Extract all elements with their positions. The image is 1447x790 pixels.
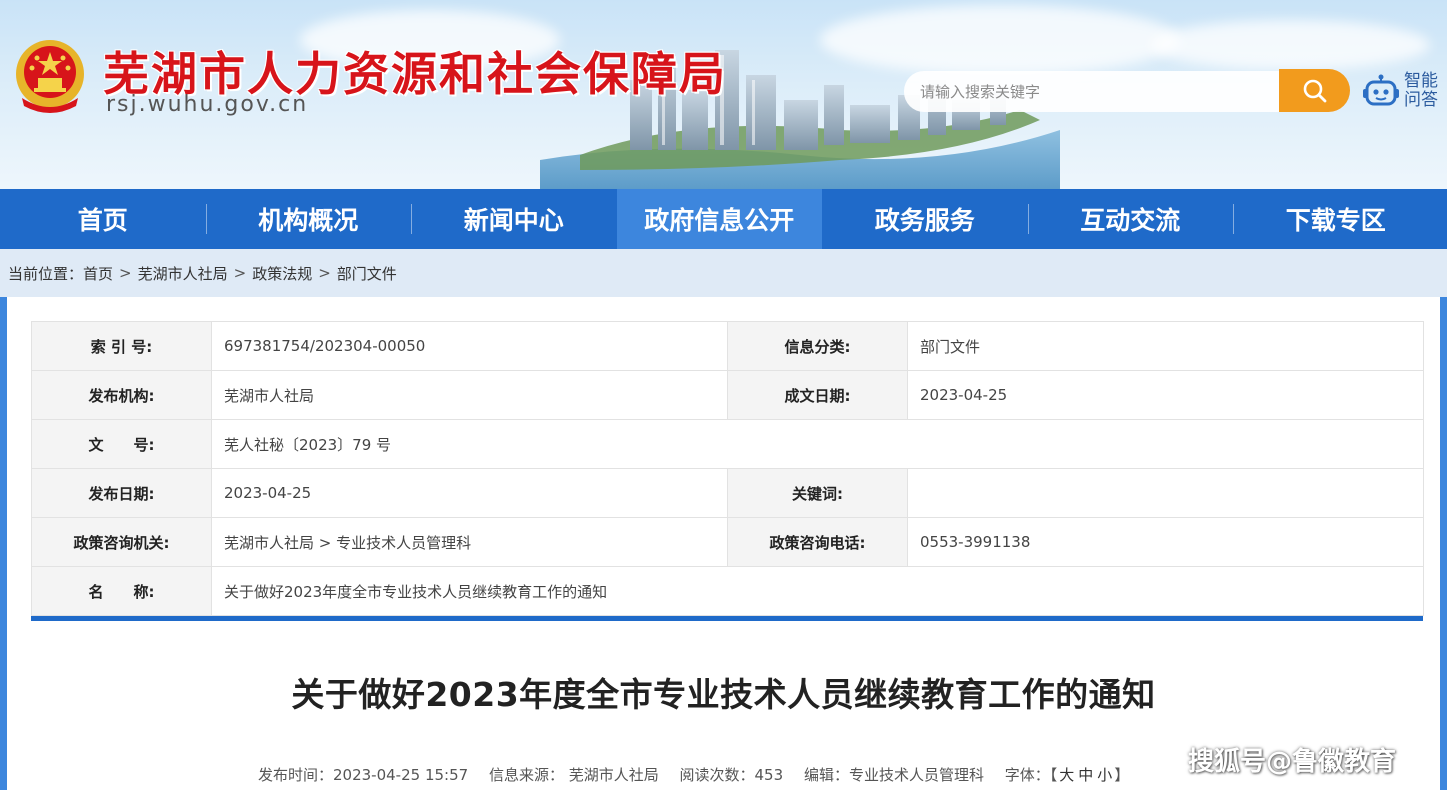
table-row: 政策咨询机关: 芜湖市人社局 > 专业技术人员管理科 政策咨询电话: 0553-… [31,517,1424,567]
breadcrumb: 当前位置： 首页 > 芜湖市人社局 > 政策法规 > 部门文件 [0,249,1447,297]
font-size-label: 字体： [1004,766,1050,784]
font-size-medium-button[interactable]: 中 [1078,766,1093,784]
pub-date-value: 2023-04-25 [211,468,728,518]
table-row: 文 号: 芜人社秘〔2023〕79 号 [31,419,1424,469]
index-label: 索 引 号: [31,321,212,371]
meta-views: 阅读次数：453 [679,766,784,784]
nav-item-organization[interactable]: 机构概况 [205,189,412,249]
name-value: 关于做好2023年度全市专业技术人员继续教育工作的通知 [211,566,1424,616]
watermark: 搜狐号@鲁徽教育 [1188,747,1397,777]
robot-icon[interactable] [1362,74,1400,108]
article-title: 关于做好2023年度全市专业技术人员继续教育工作的通知 [291,675,1156,714]
nav-item-downloads[interactable]: 下载专区 [1233,189,1439,249]
table-row: 发布日期: 2023-04-25 关键词: [31,468,1424,518]
breadcrumb-separator: > [119,264,132,282]
table-row: 索 引 号: 697381754/202304-00050 信息分类: 部门文件 [31,321,1424,371]
nav-item-interaction[interactable]: 互动交流 [1027,189,1234,249]
search-icon [1303,79,1326,102]
consult-phone-value: 0553-3991138 [907,517,1424,567]
national-emblem-icon [16,40,84,113]
publisher-label: 发布机构: [31,370,212,420]
font-size-small-button[interactable]: 小 [1097,766,1112,784]
smart-qa-link[interactable]: 智能 问答 [1404,72,1444,110]
doc-number-value: 芜人社秘〔2023〕79 号 [211,419,1424,469]
search-field[interactable] [904,71,1280,112]
name-label: 名 称: [31,566,212,616]
breadcrumb-item-policy[interactable]: 政策法规 [252,263,312,284]
font-size-large-button[interactable]: 大 [1059,766,1074,784]
meta-editor: 编辑：专业技术人员管理科 [803,766,984,784]
category-value: 部门文件 [907,321,1424,371]
meta-source: 信息来源： 芜湖市人社局 [488,766,659,784]
date-made-value: 2023-04-25 [907,370,1424,420]
keywords-value [907,468,1424,518]
breadcrumb-prefix: 当前位置： [8,264,84,283]
index-value: 697381754/202304-00050 [211,321,728,371]
table-row: 名 称: 关于做好2023年度全市专业技术人员继续教育工作的通知 [31,566,1424,616]
font-size-bracket-open: 【 [1049,766,1058,784]
site-domain: rsj.wuhu.gov.cn [106,92,309,117]
nav-item-gov-info[interactable]: 政府信息公开 [616,189,822,249]
smart-qa-line2: 问答 [1404,90,1438,110]
search-button[interactable] [1279,69,1350,112]
article-meta: 发布时间：2023-04-25 15:57 信息来源： 芜湖市人社局 阅读次数：… [258,764,1129,785]
nav-item-news[interactable]: 新闻中心 [411,189,617,249]
meta-publish-time: 发布时间：2023-04-25 15:57 [258,766,469,784]
breadcrumb-item-home[interactable]: 首页 [83,263,113,284]
publisher-value: 芜湖市人社局 [211,370,728,420]
breadcrumb-separator: > [233,264,247,282]
pub-date-label: 发布日期: [31,468,212,518]
doc-number-label: 文 号: [31,419,212,469]
consult-phone-label: 政策咨询电话: [727,517,908,567]
table-bottom-rule [31,616,1423,621]
main-nav: 首页 机构概况 新闻中心 政府信息公开 政务服务 互动交流 下载专区 [0,189,1447,249]
date-made-label: 成文日期: [727,370,908,420]
document-info-table: 索 引 号: 697381754/202304-00050 信息分类: 部门文件… [31,321,1424,616]
category-label: 信息分类: [727,321,908,371]
breadcrumb-item-bureau[interactable]: 芜湖市人社局 [138,263,228,284]
font-size-bracket-close: 】 [1114,766,1130,784]
smart-qa-line1: 智能 [1404,71,1438,91]
breadcrumb-separator: > [318,264,331,282]
breadcrumb-item-dept-docs[interactable]: 部门文件 [337,263,397,284]
consult-org-label: 政策咨询机关: [31,517,212,567]
nav-item-home[interactable]: 首页 [0,189,206,249]
table-row: 发布机构: 芜湖市人社局 成文日期: 2023-04-25 [31,370,1424,420]
font-size-control: 字体：【大中小】 [1005,766,1130,784]
banner-cloud [1150,20,1430,70]
nav-item-services[interactable]: 政务服务 [822,189,1028,249]
consult-org-value: 芜湖市人社局 > 专业技术人员管理科 [211,517,728,567]
search-input[interactable] [920,82,1280,101]
keywords-label: 关键词: [727,468,908,518]
